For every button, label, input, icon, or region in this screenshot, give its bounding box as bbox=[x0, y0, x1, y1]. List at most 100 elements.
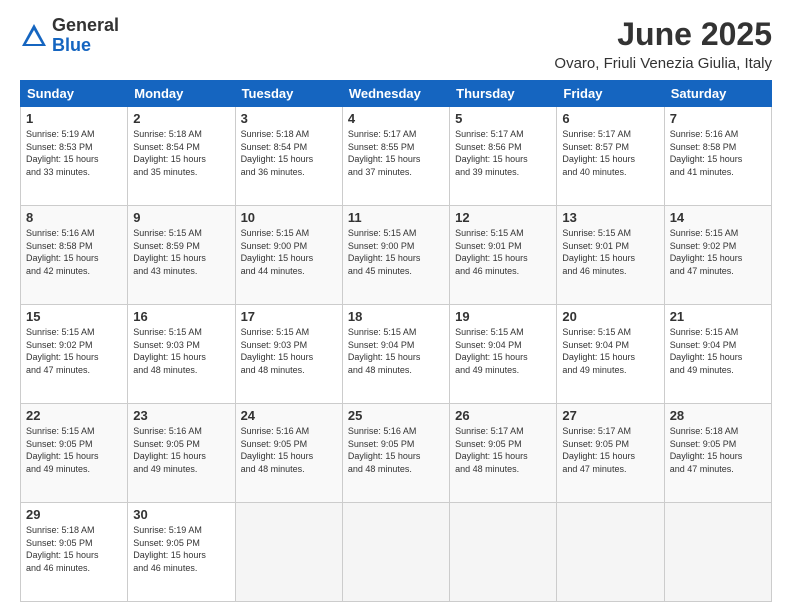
day-info: Sunrise: 5:15 AMSunset: 9:00 PMDaylight:… bbox=[348, 227, 444, 277]
day-number: 30 bbox=[133, 507, 229, 522]
day-info: Sunrise: 5:19 AMSunset: 8:53 PMDaylight:… bbox=[26, 128, 122, 178]
calendar-cell: 7 Sunrise: 5:16 AMSunset: 8:58 PMDaylight… bbox=[664, 107, 771, 206]
title-block: June 2025 Ovaro, Friuli Venezia Giulia, … bbox=[554, 16, 772, 72]
day-number: 10 bbox=[241, 210, 337, 225]
calendar-cell bbox=[557, 503, 664, 602]
calendar-cell: 29Sunrise: 5:18 AMSunset: 9:05 PMDayligh… bbox=[21, 503, 128, 602]
calendar-cell: 16Sunrise: 5:15 AMSunset: 9:03 PMDayligh… bbox=[128, 305, 235, 404]
day-info: Sunrise: 5:16 AMSunset: 9:05 PMDaylight:… bbox=[348, 425, 444, 475]
day-number: 4 bbox=[348, 111, 444, 126]
calendar-cell: 6Sunrise: 5:17 AMSunset: 8:57 PMDaylight… bbox=[557, 107, 664, 206]
day-info: Sunrise: 5:16 AMSunset: 8:58 PMDaylight:… bbox=[670, 128, 766, 178]
calendar-cell: 22Sunrise: 5:15 AMSunset: 9:05 PMDayligh… bbox=[21, 404, 128, 503]
day-info: Sunrise: 5:16 AMSunset: 9:05 PMDaylight:… bbox=[133, 425, 229, 475]
calendar-cell: 15 Sunrise: 5:15 AMSunset: 9:02 PMDayligh… bbox=[21, 305, 128, 404]
calendar-cell: 25 Sunrise: 5:16 AMSunset: 9:05 PMDayligh… bbox=[342, 404, 449, 503]
logo: General Blue bbox=[20, 16, 119, 56]
logo-general-text: General bbox=[52, 16, 119, 36]
day-number: 23 bbox=[133, 408, 229, 423]
day-info: Sunrise: 5:15 AMSunset: 9:04 PMDaylight:… bbox=[670, 326, 766, 376]
day-info: Sunrise: 5:17 AMSunset: 8:55 PMDaylight:… bbox=[348, 128, 444, 178]
col-monday: Monday bbox=[128, 81, 235, 107]
calendar-cell: 24 Sunrise: 5:16 AMSunset: 9:05 PMDayligh… bbox=[235, 404, 342, 503]
day-info: Sunrise: 5:19 AMSunset: 9:05 PMDaylight:… bbox=[133, 524, 229, 574]
calendar-cell: 26Sunrise: 5:17 AMSunset: 9:05 PMDayligh… bbox=[450, 404, 557, 503]
calendar-cell: 5Sunrise: 5:17 AMSunset: 8:56 PMDaylight… bbox=[450, 107, 557, 206]
calendar-cell bbox=[450, 503, 557, 602]
calendar-cell: 8Sunrise: 5:16 AMSunset: 8:58 PMDaylight… bbox=[21, 206, 128, 305]
day-info: Sunrise: 5:15 AMSunset: 9:00 PMDaylight:… bbox=[241, 227, 337, 277]
calendar-cell bbox=[342, 503, 449, 602]
day-number: 22 bbox=[26, 408, 122, 423]
calendar-cell: 18 Sunrise: 5:15 AMSunset: 9:04 PMDayligh… bbox=[342, 305, 449, 404]
day-number: 15 bbox=[26, 309, 122, 324]
calendar-cell: 11Sunrise: 5:15 AMSunset: 9:00 PMDayligh… bbox=[342, 206, 449, 305]
calendar-cell bbox=[235, 503, 342, 602]
col-saturday: Saturday bbox=[664, 81, 771, 107]
col-thursday: Thursday bbox=[450, 81, 557, 107]
day-number: 19 bbox=[455, 309, 551, 324]
calendar-cell: 23 Sunrise: 5:16 AMSunset: 9:05 PMDayligh… bbox=[128, 404, 235, 503]
day-info: Sunrise: 5:16 AMSunset: 9:05 PMDaylight:… bbox=[241, 425, 337, 475]
day-number: 1 bbox=[26, 111, 122, 126]
calendar-cell: 27 Sunrise: 5:17 AMSunset: 9:05 PMDayligh… bbox=[557, 404, 664, 503]
calendar-cell bbox=[664, 503, 771, 602]
day-info: Sunrise: 5:15 AMSunset: 9:04 PMDaylight:… bbox=[562, 326, 658, 376]
calendar-cell: 28 Sunrise: 5:18 AMSunset: 9:05 PMDayligh… bbox=[664, 404, 771, 503]
week-row-1: 1 Sunrise: 5:19 AMSunset: 8:53 PMDaylight… bbox=[21, 107, 772, 206]
week-row-2: 8Sunrise: 5:16 AMSunset: 8:58 PMDaylight… bbox=[21, 206, 772, 305]
logo-blue-text: Blue bbox=[52, 36, 119, 56]
day-info: Sunrise: 5:18 AMSunset: 8:54 PMDaylight:… bbox=[133, 128, 229, 178]
day-number: 13 bbox=[562, 210, 658, 225]
day-info: Sunrise: 5:15 AMSunset: 9:01 PMDaylight:… bbox=[455, 227, 551, 277]
calendar-cell: 13Sunrise: 5:15 AMSunset: 9:01 PMDayligh… bbox=[557, 206, 664, 305]
day-number: 5 bbox=[455, 111, 551, 126]
page: General Blue June 2025 Ovaro, Friuli Ven… bbox=[0, 0, 792, 612]
col-wednesday: Wednesday bbox=[342, 81, 449, 107]
calendar-cell: 3 Sunrise: 5:18 AMSunset: 8:54 PMDaylight… bbox=[235, 107, 342, 206]
week-row-3: 15 Sunrise: 5:15 AMSunset: 9:02 PMDayligh… bbox=[21, 305, 772, 404]
day-number: 20 bbox=[562, 309, 658, 324]
day-info: Sunrise: 5:15 AMSunset: 9:03 PMDaylight:… bbox=[241, 326, 337, 376]
day-number: 28 bbox=[670, 408, 766, 423]
calendar-cell: 4 Sunrise: 5:17 AMSunset: 8:55 PMDaylight… bbox=[342, 107, 449, 206]
calendar-table: Sunday Monday Tuesday Wednesday Thursday… bbox=[20, 80, 772, 602]
month-title: June 2025 bbox=[554, 16, 772, 53]
day-number: 2 bbox=[133, 111, 229, 126]
day-number: 9 bbox=[133, 210, 229, 225]
day-info: Sunrise: 5:18 AMSunset: 8:54 PMDaylight:… bbox=[241, 128, 337, 178]
logo-icon bbox=[20, 22, 48, 50]
day-info: Sunrise: 5:15 AMSunset: 9:04 PMDaylight:… bbox=[348, 326, 444, 376]
day-info: Sunrise: 5:18 AMSunset: 9:05 PMDaylight:… bbox=[670, 425, 766, 475]
day-number: 27 bbox=[562, 408, 658, 423]
calendar-cell: 2 Sunrise: 5:18 AMSunset: 8:54 PMDaylight… bbox=[128, 107, 235, 206]
day-number: 17 bbox=[241, 309, 337, 324]
day-info: Sunrise: 5:17 AMSunset: 9:05 PMDaylight:… bbox=[562, 425, 658, 475]
calendar-cell: 20 Sunrise: 5:15 AMSunset: 9:04 PMDayligh… bbox=[557, 305, 664, 404]
col-friday: Friday bbox=[557, 81, 664, 107]
day-number: 16 bbox=[133, 309, 229, 324]
calendar-cell: 17 Sunrise: 5:15 AMSunset: 9:03 PMDayligh… bbox=[235, 305, 342, 404]
day-info: Sunrise: 5:15 AMSunset: 9:02 PMDaylight:… bbox=[26, 326, 122, 376]
day-info: Sunrise: 5:16 AMSunset: 8:58 PMDaylight:… bbox=[26, 227, 122, 277]
day-number: 3 bbox=[241, 111, 337, 126]
day-info: Sunrise: 5:17 AMSunset: 9:05 PMDaylight:… bbox=[455, 425, 551, 475]
day-number: 29 bbox=[26, 507, 122, 522]
col-tuesday: Tuesday bbox=[235, 81, 342, 107]
day-number: 25 bbox=[348, 408, 444, 423]
day-number: 14 bbox=[670, 210, 766, 225]
calendar-cell: 21 Sunrise: 5:15 AMSunset: 9:04 PMDayligh… bbox=[664, 305, 771, 404]
calendar-cell: 1 Sunrise: 5:19 AMSunset: 8:53 PMDaylight… bbox=[21, 107, 128, 206]
day-info: Sunrise: 5:15 AMSunset: 8:59 PMDaylight:… bbox=[133, 227, 229, 277]
calendar-cell: 9 Sunrise: 5:15 AMSunset: 8:59 PMDaylight… bbox=[128, 206, 235, 305]
calendar-cell: 30 Sunrise: 5:19 AMSunset: 9:05 PMDayligh… bbox=[128, 503, 235, 602]
location: Ovaro, Friuli Venezia Giulia, Italy bbox=[554, 55, 772, 72]
calendar-cell: 12Sunrise: 5:15 AMSunset: 9:01 PMDayligh… bbox=[450, 206, 557, 305]
day-number: 7 bbox=[670, 111, 766, 126]
day-number: 18 bbox=[348, 309, 444, 324]
day-number: 21 bbox=[670, 309, 766, 324]
calendar-cell: 10 Sunrise: 5:15 AMSunset: 9:00 PMDayligh… bbox=[235, 206, 342, 305]
calendar-header-row: Sunday Monday Tuesday Wednesday Thursday… bbox=[21, 81, 772, 107]
day-info: Sunrise: 5:17 AMSunset: 8:57 PMDaylight:… bbox=[562, 128, 658, 178]
day-number: 24 bbox=[241, 408, 337, 423]
